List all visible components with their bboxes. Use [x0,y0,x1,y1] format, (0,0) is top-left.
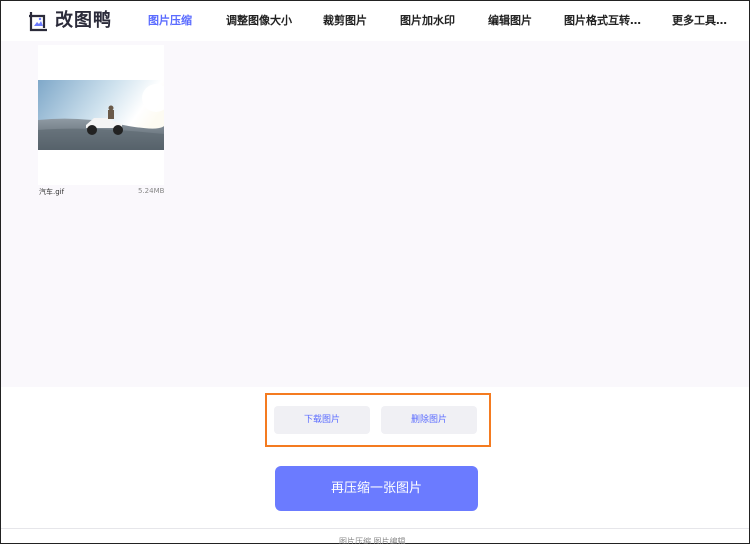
footer-links[interactable]: 图片压缩 图片编辑 [339,536,406,544]
file-size: 5.24MB [138,187,165,195]
image-thumbnail [38,80,164,150]
recompress-another-button[interactable]: 再压缩一张图片 [275,466,478,511]
car-photo-image [38,80,164,150]
file-name: 汽车.gif [39,188,65,196]
main-nav: 图片压缩 调整图像大小 裁剪图片 图片加水印 编辑图片 图片格式互转… 更多工具… [1,1,749,41]
nav-item-more-tools[interactable]: 更多工具… [672,12,727,30]
download-image-button[interactable]: 下载图片 [274,406,370,434]
nav-item-crop-image[interactable]: 裁剪图片 [323,12,367,30]
delete-image-button[interactable]: 删除图片 [381,406,477,434]
nav-item-add-watermark[interactable]: 图片加水印 [400,12,455,30]
nav-item-edit-image[interactable]: 编辑图片 [488,12,532,30]
nav-item-resize-image[interactable]: 调整图像大小 [226,12,292,30]
nav-item-format-convert[interactable]: 图片格式互转… [564,12,641,30]
footer-divider [1,528,749,529]
image-workspace: 汽车.gif 5.24MB [1,41,749,387]
nav-item-image-compress[interactable]: 图片压缩 [148,12,192,30]
top-header: 改图鸭 图片压缩 调整图像大小 裁剪图片 图片加水印 编辑图片 图片格式互转… … [1,1,749,41]
image-card[interactable] [38,45,164,185]
